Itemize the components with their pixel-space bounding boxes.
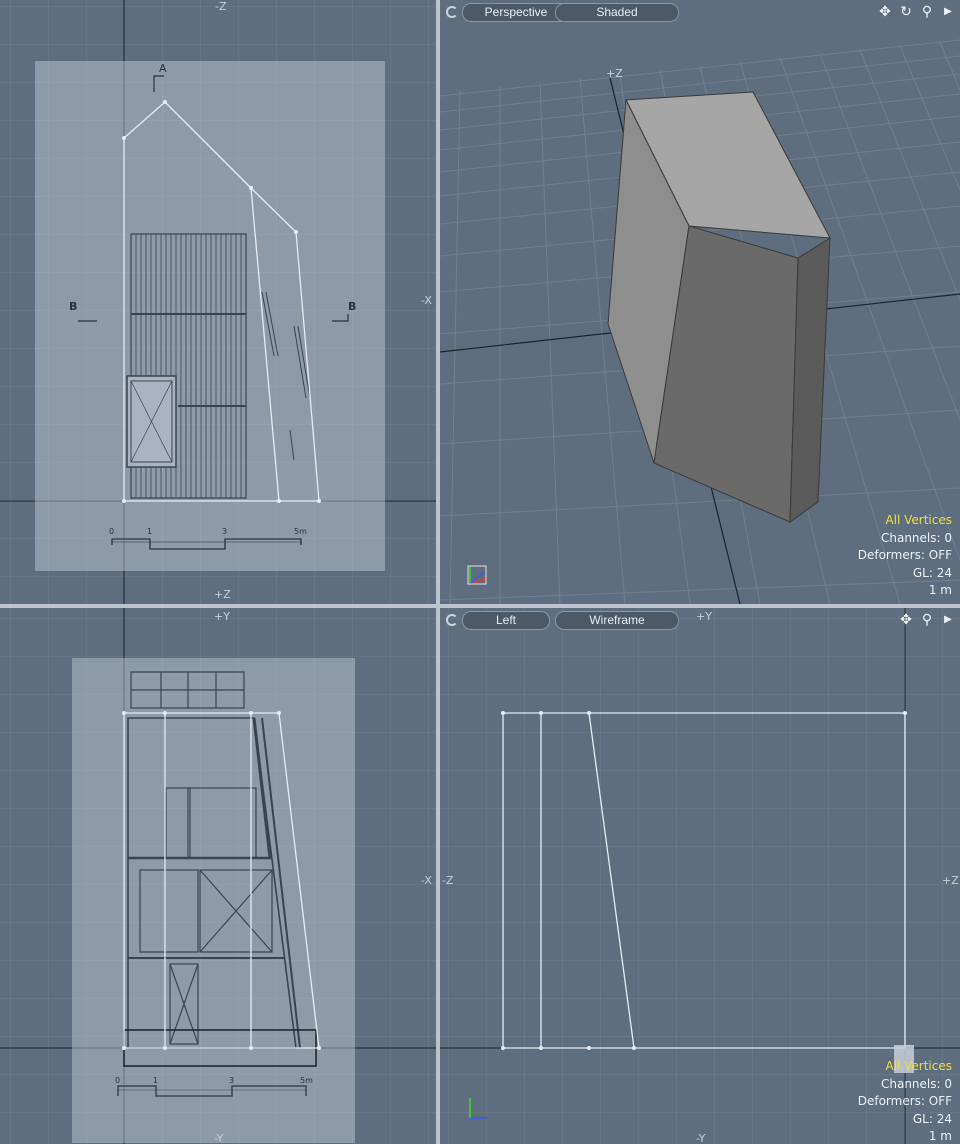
scale-tick-0: 0 <box>115 1076 121 1085</box>
view-mode-button[interactable]: Perspective <box>462 3 570 22</box>
viewport-splitter-vertical[interactable] <box>436 0 440 1144</box>
axis-label-top: -Z <box>215 0 227 13</box>
scale-tick-1: 1 <box>147 527 153 536</box>
view-mode-button[interactable]: Left <box>462 611 550 630</box>
deformers-label: Deformers: OFF <box>857 1094 952 1108</box>
selection-mode-label: All Vertices <box>885 1059 952 1073</box>
viewport-splitter-horizontal[interactable] <box>0 604 960 608</box>
reference-drawing-front <box>117 671 321 1097</box>
axis-label-top: +Y <box>214 610 230 623</box>
viewport-options-icon[interactable] <box>446 614 458 626</box>
viewport-left[interactable]: Left Wireframe ✥ ⚲ ▶ +Y -Z +Z -Y All Ver… <box>440 608 960 1144</box>
zoom-icon[interactable]: ⚲ <box>919 611 935 628</box>
axis-label-left: -Z <box>442 874 454 887</box>
deformers-label: Deformers: OFF <box>857 548 952 562</box>
axis-label-perspective: +Z <box>606 67 623 80</box>
scale-tick-0: 0 <box>109 527 115 536</box>
zoom-icon[interactable]: ⚲ <box>919 3 935 20</box>
move-icon[interactable]: ✥ <box>877 3 893 20</box>
selection-mode-label: All Vertices <box>885 513 952 527</box>
scale-tick-3: 3 <box>229 1076 235 1085</box>
viewport-top[interactable]: -Z -X +Z A B B 0 1 3 5m <box>0 0 436 604</box>
gl-label: GL: 24 <box>912 1111 952 1126</box>
move-icon[interactable]: ✥ <box>898 611 914 628</box>
grid-scale-label: 1 m <box>928 1129 952 1143</box>
expand-icon[interactable]: ▶ <box>940 6 956 17</box>
rotate-icon[interactable]: ↻ <box>898 3 914 20</box>
viewport-stats-perspective: All Vertices Channels: 0 Deformers: OFF … <box>858 512 952 600</box>
section-label-a: A <box>159 62 167 75</box>
axis-label-right: -X <box>421 294 432 307</box>
scale-tick-3: 3 <box>222 527 228 536</box>
gl-label: GL: 24 <box>912 565 952 580</box>
viewport-front[interactable]: +Y -X -Y 0 1 3 5m <box>0 608 436 1144</box>
viewport-tools-perspective: ✥ ↻ ⚲ ▶ <box>877 2 956 20</box>
scale-tick-5m: 5m <box>294 527 307 536</box>
shading-mode-button[interactable]: Wireframe <box>555 611 679 630</box>
viewport-tools-left: ✥ ⚲ ▶ <box>898 610 956 628</box>
channels-label: Channels: 0 <box>880 1076 952 1091</box>
grid-scale-label: 1 m <box>928 583 952 597</box>
axis-label-bottom: -Y <box>214 1132 224 1144</box>
viewport-perspective[interactable]: Perspective Shaded ✥ ↻ ⚲ ▶ +Z All Vertic… <box>440 0 960 604</box>
shading-mode-button[interactable]: Shaded <box>555 3 679 22</box>
axis-label-top: +Y <box>696 610 712 623</box>
axis-label-bottom: -Y <box>696 1132 706 1144</box>
axis-label-right: +Z <box>942 874 959 887</box>
section-label-b-left: B <box>69 300 78 313</box>
scale-tick-5m: 5m <box>300 1076 313 1085</box>
channels-label: Channels: 0 <box>880 530 952 545</box>
viewport-options-icon[interactable] <box>446 6 458 18</box>
reference-drawing-top <box>78 75 349 550</box>
expand-icon[interactable]: ▶ <box>940 614 956 625</box>
viewport-stats-left: All Vertices Channels: 0 Deformers: OFF … <box>858 1058 952 1144</box>
axis-label-bottom: +Z <box>214 588 231 601</box>
section-label-b-right: B <box>348 300 357 313</box>
scale-tick-1: 1 <box>153 1076 159 1085</box>
axis-label-right: -X <box>421 874 432 887</box>
